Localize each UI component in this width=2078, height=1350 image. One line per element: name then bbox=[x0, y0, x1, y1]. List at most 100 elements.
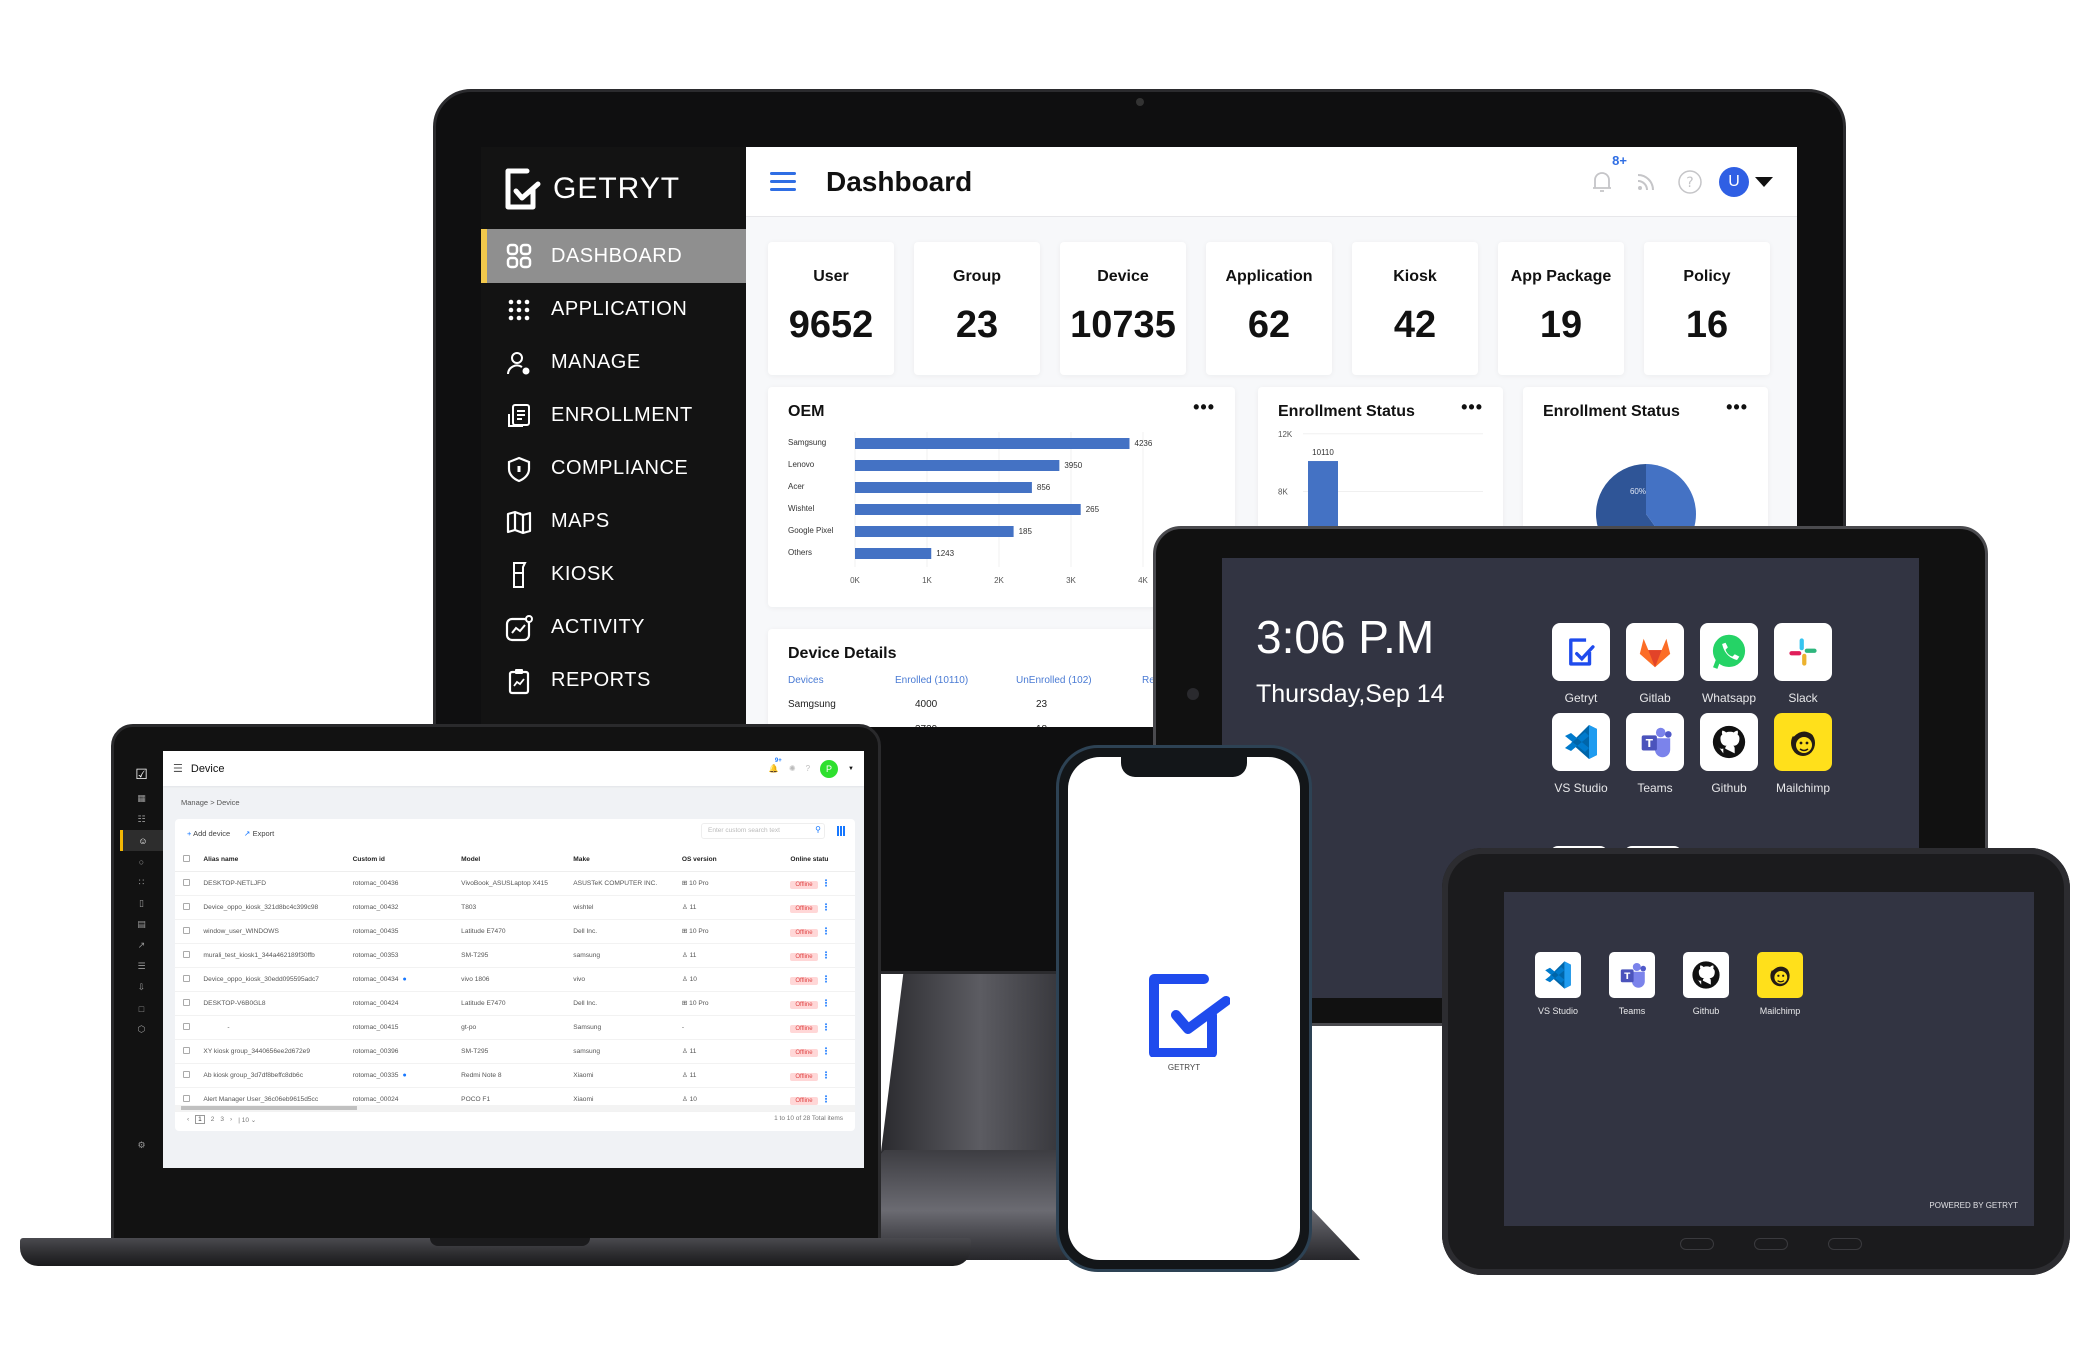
row-checkbox[interactable] bbox=[175, 967, 204, 992]
oem-bar[interactable] bbox=[855, 438, 1130, 449]
columns-icon[interactable] bbox=[837, 826, 845, 836]
avatar[interactable]: P bbox=[820, 759, 839, 778]
app-vs-studio[interactable]: VS Studio bbox=[1544, 713, 1618, 795]
table-row[interactable]: murali_test_kiosk1_344a462189f30ffb rotom… bbox=[175, 943, 855, 968]
row-checkbox[interactable] bbox=[175, 1063, 204, 1088]
row-actions-icon[interactable]: ⋮ bbox=[822, 878, 831, 888]
table-row[interactable]: DESKTOP-NETLJFD rotomac_00436 VivoBook_ASU… bbox=[175, 871, 855, 896]
stat-card-application[interactable]: Application 62 bbox=[1206, 242, 1332, 375]
row-actions-icon[interactable]: ⋮ bbox=[822, 1046, 831, 1056]
application-icon[interactable]: ∷ bbox=[120, 872, 163, 893]
row-checkbox[interactable] bbox=[175, 919, 204, 944]
sidebar-item-compliance[interactable]: COMPLIANCE bbox=[481, 442, 746, 495]
getryt-logo-icon[interactable]: ☑ bbox=[120, 760, 163, 788]
row-actions-icon[interactable]: ⋮ bbox=[822, 1070, 831, 1080]
sidebar-item-application[interactable]: APPLICATION bbox=[481, 283, 746, 336]
column-header[interactable]: Make bbox=[573, 849, 682, 872]
stat-card-app-package[interactable]: App Package 19 bbox=[1498, 242, 1624, 375]
app-mailchimp[interactable]: Mailchimp bbox=[1766, 713, 1840, 795]
package-icon[interactable]: ⬡ bbox=[120, 1019, 163, 1040]
select-all-checkbox[interactable] bbox=[175, 849, 204, 872]
menu-toggle-icon[interactable]: ☰ bbox=[173, 762, 183, 775]
sidebar-item-activity[interactable]: ACTIVITY bbox=[481, 601, 746, 654]
row-checkbox[interactable] bbox=[175, 895, 204, 920]
row-checkbox[interactable] bbox=[175, 871, 204, 896]
home-button[interactable] bbox=[1754, 1238, 1788, 1250]
row-actions-icon[interactable]: ⋮ bbox=[822, 1094, 831, 1104]
row-actions-icon[interactable]: ⋮ bbox=[822, 950, 831, 960]
app-mailchimp[interactable]: Mailchimp bbox=[1756, 952, 1804, 1016]
app-teams[interactable]: T Teams bbox=[1618, 713, 1692, 795]
stat-card-policy[interactable]: Policy 16 bbox=[1644, 242, 1770, 375]
app-whatsapp[interactable]: Whatsapp bbox=[1692, 623, 1766, 705]
row-checkbox[interactable] bbox=[175, 991, 204, 1016]
brand-logo[interactable]: GETRYT bbox=[503, 167, 680, 211]
page-1[interactable]: 1 bbox=[195, 1115, 205, 1124]
stat-card-group[interactable]: Group 23 bbox=[914, 242, 1040, 375]
maps-icon[interactable]: ▤ bbox=[120, 914, 163, 935]
add-device-button[interactable]: + Add device bbox=[187, 829, 230, 838]
feed-button[interactable] bbox=[1631, 167, 1661, 197]
table-row[interactable]: window_user_WINDOWS rotomac_00435 Latitude… bbox=[175, 919, 855, 944]
app-github[interactable]: Github bbox=[1682, 952, 1730, 1016]
sidebar-item-maps[interactable]: MAPS bbox=[481, 495, 746, 548]
app-slack[interactable]: Slack bbox=[1766, 623, 1840, 705]
page-2[interactable]: 2 bbox=[211, 1116, 215, 1123]
table-row[interactable]: XY kiosk group_3440656ee2d672e9 rotomac_0… bbox=[175, 1039, 855, 1064]
sidebar-item-enrollment[interactable]: ENROLLMENT bbox=[481, 389, 746, 442]
back-button[interactable] bbox=[1828, 1238, 1862, 1250]
row-actions-icon[interactable]: ⋮ bbox=[822, 998, 831, 1008]
chevron-down-icon[interactable]: ▼ bbox=[848, 766, 854, 772]
table-row[interactable]: - rotomac_00415 gt-po Samsung - Offline ⋮ bbox=[175, 1015, 855, 1040]
search-input[interactable]: Enter custom search text bbox=[701, 823, 825, 839]
sidebar-item-manage[interactable]: MANAGE bbox=[481, 336, 746, 389]
page-size-select[interactable]: | 10 ⌄ bbox=[238, 1116, 256, 1124]
enrollment-icon[interactable]: ☷ bbox=[120, 809, 163, 830]
oem-bar[interactable] bbox=[855, 460, 1060, 471]
row-checkbox[interactable] bbox=[175, 1039, 204, 1064]
sidebar-item-reports[interactable]: REPORTS bbox=[481, 654, 746, 707]
compliance-icon[interactable]: ○ bbox=[120, 851, 163, 872]
recents-button[interactable] bbox=[1680, 1238, 1714, 1250]
clipboard-icon[interactable]: □ bbox=[120, 998, 163, 1019]
row-actions-icon[interactable]: ⋮ bbox=[822, 974, 831, 984]
breadcrumb-manage[interactable]: Manage bbox=[181, 798, 208, 807]
dashboard-icon[interactable]: ▦ bbox=[120, 788, 163, 809]
oem-bar[interactable] bbox=[855, 504, 1081, 515]
sidebar-item-kiosk[interactable]: KIOSK bbox=[481, 548, 746, 601]
column-header[interactable]: Custom id bbox=[352, 849, 462, 872]
table-row[interactable]: Ab kiosk group_3d7df8beffc8db6c rotomac_0… bbox=[175, 1063, 855, 1088]
column-header[interactable]: OS version bbox=[681, 849, 791, 872]
oem-bar[interactable] bbox=[855, 482, 1032, 493]
menu-toggle-icon[interactable] bbox=[770, 172, 796, 191]
user-menu[interactable]: U bbox=[1719, 166, 1773, 197]
manage-icon[interactable]: ☺ bbox=[120, 830, 163, 851]
scrollbar-thumb[interactable] bbox=[181, 1106, 357, 1110]
notifications-button[interactable]: 8+ bbox=[1587, 153, 1627, 197]
table-row[interactable]: Device_oppo_kiosk_321d8bc4c399c98 rotomac… bbox=[175, 895, 855, 920]
help-button[interactable]: ? bbox=[1675, 167, 1705, 197]
reports-icon[interactable]: ☰ bbox=[120, 956, 163, 977]
row-actions-icon[interactable]: ⋮ bbox=[822, 1022, 831, 1032]
app-gitlab[interactable]: Gitlab bbox=[1618, 623, 1692, 705]
activity-icon[interactable]: ↗ bbox=[120, 935, 163, 956]
row-checkbox[interactable] bbox=[175, 1015, 204, 1040]
table-row[interactable]: Device_oppo_kiosk_30edd095595adc7 rotomac… bbox=[175, 967, 855, 992]
column-header[interactable]: Alias name bbox=[203, 849, 353, 872]
app-github[interactable]: Github bbox=[1692, 713, 1766, 795]
kiosk-icon[interactable]: ▯ bbox=[120, 893, 163, 914]
column-header[interactable]: Model bbox=[461, 849, 574, 872]
table-row[interactable]: DESKTOP-V6B0GL8 rotomac_00424 Latitude E74… bbox=[175, 991, 855, 1016]
app-teams[interactable]: T Teams bbox=[1608, 952, 1656, 1016]
prev-page-icon[interactable]: ‹ bbox=[187, 1116, 189, 1123]
horizontal-scrollbar[interactable] bbox=[175, 1105, 855, 1111]
row-checkbox[interactable] bbox=[175, 943, 204, 968]
search-icon[interactable]: ⚲ bbox=[815, 825, 821, 834]
app-getryt[interactable]: Getryt bbox=[1544, 623, 1618, 705]
oem-bar[interactable] bbox=[855, 526, 1014, 537]
row-actions-icon[interactable]: ⋮ bbox=[822, 926, 831, 936]
next-page-icon[interactable]: › bbox=[230, 1116, 232, 1123]
column-header[interactable]: Devices bbox=[788, 675, 824, 686]
row-actions-icon[interactable]: ⋮ bbox=[822, 902, 831, 912]
page-3[interactable]: 3 bbox=[220, 1116, 224, 1123]
